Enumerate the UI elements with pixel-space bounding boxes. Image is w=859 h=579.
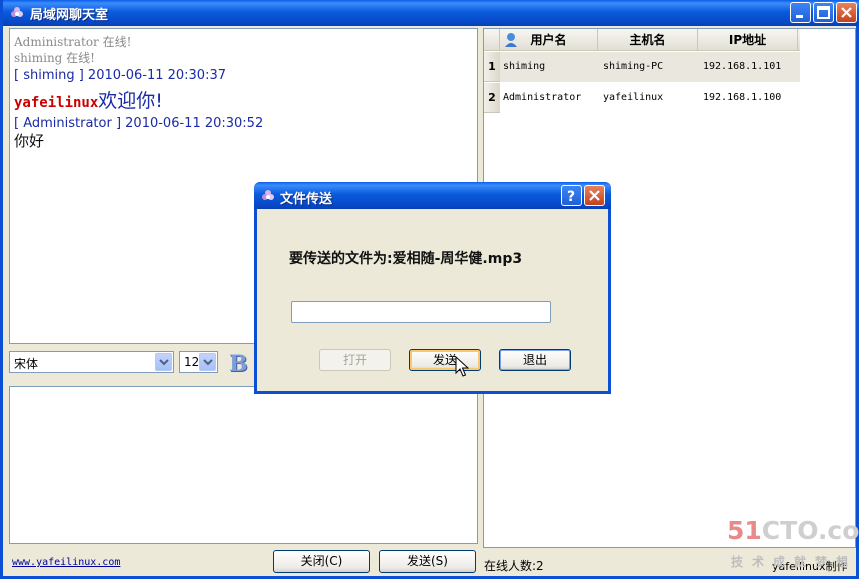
column-header-username[interactable]: 用户名 bbox=[500, 29, 598, 51]
minimize-icon bbox=[796, 15, 803, 18]
dialog-title: 文件传送 bbox=[280, 192, 333, 207]
close-icon bbox=[589, 190, 600, 201]
svg-text:?: ? bbox=[567, 189, 575, 203]
user-icon bbox=[505, 33, 517, 47]
dialog-close-button[interactable] bbox=[584, 185, 605, 206]
font-size-select[interactable]: 12 bbox=[179, 351, 218, 373]
close-icon bbox=[841, 7, 852, 18]
send-file-button[interactable]: 发送 bbox=[409, 349, 481, 371]
file-label: 要传送的文件为:爱相随-周华健.mp3 bbox=[289, 251, 523, 267]
chevron-down-icon bbox=[203, 359, 213, 366]
exit-button[interactable]: 退出 bbox=[499, 349, 571, 371]
close-chat-button[interactable]: 关闭(C) bbox=[273, 550, 370, 573]
system-message: shiming 在线! bbox=[14, 51, 95, 65]
message-text: 欢迎你! bbox=[98, 90, 163, 112]
close-button[interactable] bbox=[836, 2, 857, 23]
cell-ip: 192.168.1.100 bbox=[703, 92, 782, 103]
watermark-tagline: 技术成就梦想 bbox=[731, 555, 858, 569]
bold-button[interactable]: B bbox=[229, 351, 248, 377]
maximize-button[interactable] bbox=[813, 2, 834, 23]
dropdown-arrow[interactable] bbox=[199, 353, 216, 371]
font-size-value: 12 bbox=[184, 355, 200, 369]
message-header: [ Administrator ] 2010-06-11 20:30:52 bbox=[14, 116, 264, 131]
send-message-button[interactable]: 发送(S) bbox=[379, 550, 476, 573]
website-link[interactable]: www.yafeilinux.com bbox=[12, 557, 120, 568]
font-toolbar: 宋体 12 B bbox=[9, 351, 259, 379]
table-header: 用户名 主机名 IP地址 bbox=[484, 29, 800, 51]
dialog-title-bar[interactable]: 文件传送 ? bbox=[254, 182, 611, 209]
title-bar[interactable]: 局域网聊天室 bbox=[3, 0, 859, 26]
window-title: 局域网聊天室 bbox=[30, 8, 109, 23]
message-header: [ shiming ] 2010-06-11 20:30:37 bbox=[14, 68, 226, 83]
dropdown-arrow[interactable] bbox=[155, 353, 172, 371]
table-row[interactable]: Administrator yafeilinux 192.168.1.100 bbox=[500, 83, 800, 113]
message-body: yafeilinux欢迎你! bbox=[14, 90, 473, 114]
cell-hostname: yafeilinux bbox=[603, 92, 664, 103]
system-message: Administrator 在线! bbox=[14, 35, 132, 49]
mouse-cursor-icon bbox=[455, 356, 469, 377]
watermark-brand: 51CTO.com bbox=[727, 516, 859, 545]
file-transfer-dialog: 文件传送 ? 要传送的文件为:爱相随-周华健.mp3 打开 发送 退出 bbox=[254, 182, 611, 394]
column-label: 用户名 bbox=[530, 33, 567, 47]
corner-cell bbox=[484, 29, 500, 51]
message-body: 你好 bbox=[14, 132, 45, 150]
table-row[interactable]: shiming shiming-PC 192.168.1.101 bbox=[500, 52, 800, 82]
app-flower-icon bbox=[11, 7, 23, 17]
cell-username: Administrator bbox=[503, 92, 582, 103]
online-count: 在线人数:2 bbox=[484, 559, 544, 573]
column-header-ip[interactable]: IP地址 bbox=[698, 29, 798, 51]
chevron-down-icon bbox=[159, 359, 169, 366]
file-path-input[interactable] bbox=[291, 301, 551, 323]
help-button[interactable]: ? bbox=[561, 185, 582, 206]
cell-username: shiming bbox=[503, 61, 546, 72]
minimize-button[interactable] bbox=[790, 2, 811, 23]
maximize-icon bbox=[817, 6, 830, 19]
row-header[interactable]: 2 bbox=[484, 83, 500, 113]
row-header[interactable]: 1 bbox=[484, 52, 500, 82]
message-name: yafeilinux bbox=[14, 95, 99, 111]
watermark: 51CTO.com 技术成就梦想 bbox=[727, 516, 859, 574]
font-family-value: 宋体 bbox=[14, 357, 39, 371]
font-family-select[interactable]: 宋体 bbox=[9, 351, 174, 373]
message-input[interactable] bbox=[9, 386, 478, 544]
cell-hostname: shiming-PC bbox=[603, 61, 664, 72]
open-button[interactable]: 打开 bbox=[319, 349, 391, 371]
app-flower-icon bbox=[262, 190, 274, 200]
main-window: 局域网聊天室 Administrator 在线! shiming 在线! [ s… bbox=[0, 0, 859, 579]
cell-ip: 192.168.1.101 bbox=[703, 61, 782, 72]
help-icon: ? bbox=[567, 189, 575, 203]
column-header-hostname[interactable]: 主机名 bbox=[598, 29, 698, 51]
